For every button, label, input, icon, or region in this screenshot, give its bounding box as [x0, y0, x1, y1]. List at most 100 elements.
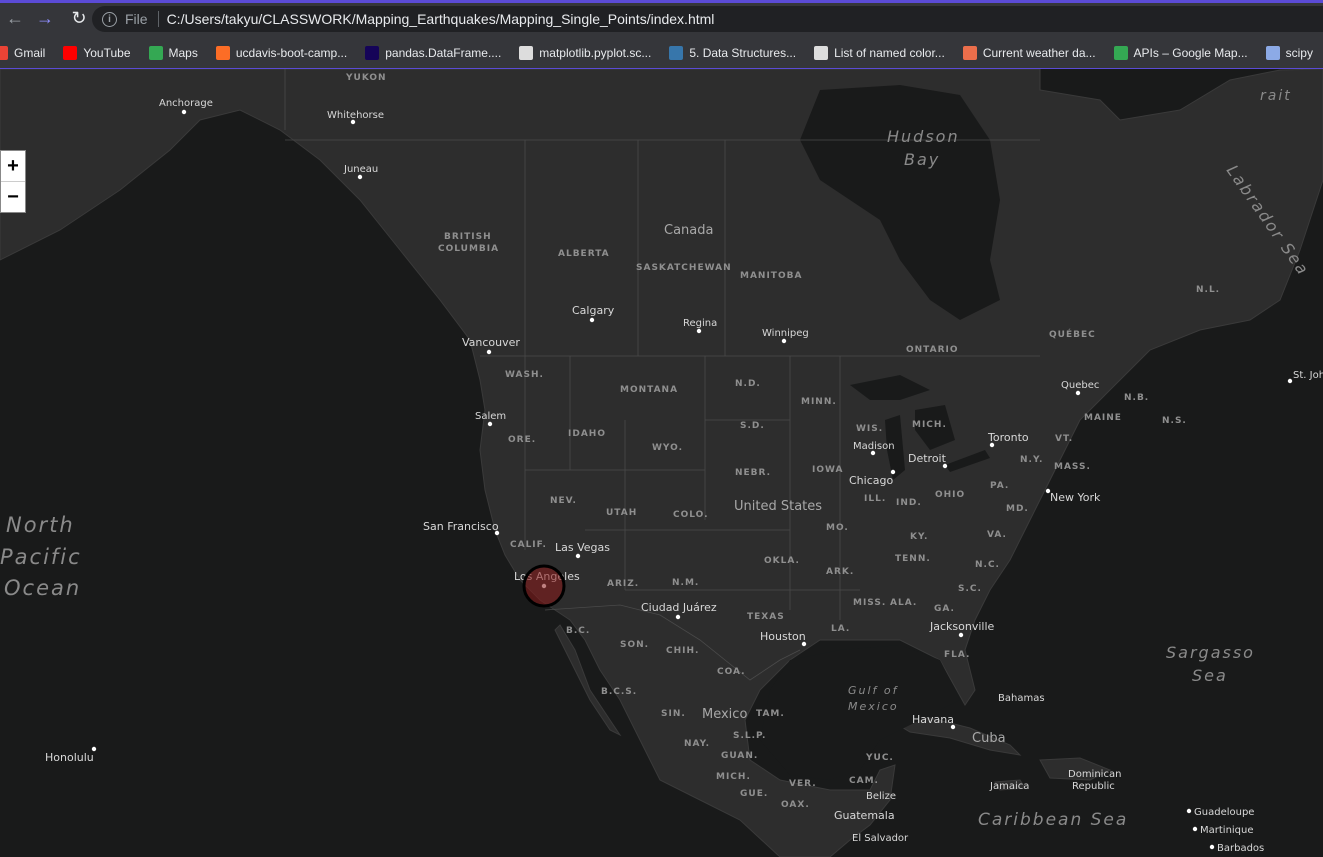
map-label-montana: MONTANA [620, 385, 678, 395]
map-label-chih: CHIH. [666, 646, 699, 656]
map-label-idaho: IDAHO [568, 429, 606, 439]
map-label-barbados: Barbados [1217, 843, 1264, 854]
map-label-cuba: Cuba [972, 731, 1006, 746]
bookmark-item[interactable]: Current weather da... [962, 45, 1096, 60]
map-label-vt: VT. [1055, 434, 1073, 444]
bookmark-item[interactable]: ucdavis-boot-camp... [215, 45, 347, 60]
map-label-madison: Madison [853, 441, 895, 452]
city-dot [950, 724, 956, 730]
map-label-yukon: YUKON [345, 73, 387, 83]
info-icon[interactable]: i [102, 11, 117, 27]
map-label-nev: NEV. [550, 496, 577, 506]
map-label-mass: MASS. [1054, 462, 1091, 472]
map-label-salem: Salem [475, 411, 506, 422]
map-label-ver: VER. [789, 779, 817, 789]
bookmark-item[interactable]: 5. Data Structures... [669, 45, 796, 60]
bookmark-item[interactable]: APIs – Google Map... [1113, 45, 1248, 60]
zoom-out-button[interactable]: − [1, 182, 25, 212]
bookmark-item[interactable]: YouTube [63, 45, 131, 60]
map-label-guan: GUAN. [721, 751, 758, 761]
map-label-md: MD. [1006, 504, 1029, 514]
map-label-havana: Havana [912, 713, 954, 726]
map-label-ocean: Ocean [4, 576, 81, 600]
city-dot [870, 450, 876, 456]
map-label-martinique: Martinique [1200, 825, 1254, 836]
bookmark-item[interactable]: Gmail [0, 45, 46, 60]
map-label-houston: Houston [760, 630, 806, 643]
map-label-pa: PA. [990, 481, 1009, 491]
map-label-jacksonville: Jacksonville [929, 620, 995, 633]
map-label-gulf1: Gulf of [848, 684, 899, 697]
city-dot [958, 632, 964, 638]
matplotlib-icon [519, 45, 534, 60]
forward-arrow-icon[interactable]: → [30, 4, 60, 34]
map-label-dr1: Dominican [1068, 769, 1121, 780]
map-label-quebec_prov: QUÉBEC [1049, 328, 1096, 340]
city-dot [942, 463, 948, 469]
map-label-bc: B.C. [566, 626, 590, 636]
map-label-quebec: Quebec [1061, 380, 1099, 391]
map-label-winnipeg: Winnipeg [762, 328, 809, 339]
address-bar[interactable]: i File C:/Users/takyu/CLASSWORK/Mapping_… [92, 6, 1323, 32]
map-label-guatemala: Guatemala [834, 809, 895, 822]
reload-icon[interactable]: ↻ [64, 4, 94, 34]
bookmark-item[interactable]: matplotlib.pyplot.sc... [519, 45, 651, 60]
zoom-control: + − [0, 150, 26, 213]
map-label-fla: FLA. [944, 650, 970, 660]
map-label-miss: MISS. [853, 598, 886, 608]
city-dot [1192, 826, 1198, 832]
youtube-icon [63, 45, 78, 60]
url-text[interactable]: C:/Users/takyu/CLASSWORK/Mapping_Earthqu… [167, 11, 715, 27]
map-label-texas: TEXAS [747, 612, 785, 622]
map-label-mexico: Mexico [702, 707, 747, 722]
map-label-guadeloupe: Guadeloupe [1194, 807, 1254, 818]
map-label-sd: S.D. [740, 421, 765, 431]
los-angeles-circle-marker[interactable] [522, 564, 566, 608]
map-label-chicago: Chicago [849, 474, 893, 487]
zoom-in-button[interactable]: + [1, 151, 25, 182]
map-label-yuc: YUC. [865, 753, 894, 763]
map-label-alberta: ALBERTA [558, 249, 610, 259]
city-dot [1045, 488, 1051, 494]
map-label-sask: SASKATCHEWAN [636, 263, 732, 273]
city-dot [1209, 844, 1215, 850]
bookmark-label: Current weather da... [982, 45, 1096, 60]
bookmark-item[interactable]: Maps [148, 45, 198, 60]
bookmark-label: Gmail [14, 45, 46, 60]
map-label-colo: COLO. [673, 510, 709, 520]
bookmark-item[interactable]: pandas.DataFrame.... [365, 45, 501, 60]
back-arrow-icon[interactable]: ← [0, 4, 30, 34]
map-label-bc2: COLUMBIA [438, 244, 499, 254]
map-label-ariz: ARIZ. [607, 579, 639, 589]
map-label-north: North [6, 513, 75, 537]
map-label-pacific: Pacific [0, 545, 82, 569]
bookmarks-bar: Gmail YouTube Maps ucdavis-boot-camp... pand… [0, 37, 1323, 69]
map-label-whitehorse: Whitehorse [327, 110, 384, 121]
map-label-oax: OAX. [781, 800, 810, 810]
map-label-gue: GUE. [740, 789, 768, 799]
bookmark-label: YouTube [83, 45, 131, 60]
map-label-sargasso2: Sea [1192, 666, 1228, 685]
bookmark-label: List of named color... [834, 45, 945, 60]
map-label-us: United States [734, 499, 822, 514]
map-container[interactable]: YUKON Anchorage Whitehorse Juneau Hudson Bay r… [0, 69, 1323, 857]
map-label-manitoba: MANITOBA [740, 271, 802, 281]
bookmark-label: scipy [1285, 45, 1313, 60]
map-label-nl: N.L. [1196, 285, 1220, 295]
map-label-caribbean: Caribbean Sea [978, 810, 1128, 830]
map-label-mo: MO. [826, 523, 849, 533]
map-label-ohio: OHIO [935, 490, 965, 500]
map-label-ala: ALA. [890, 598, 917, 608]
city-dot [1287, 378, 1293, 384]
map-label-elsalvador: El Salvador [852, 833, 909, 844]
map-label-regina: Regina [683, 318, 717, 329]
map-label-mich: MICH. [912, 420, 947, 430]
bookmark-item[interactable]: scipy [1265, 45, 1313, 60]
map-label-ontario: ONTARIO [906, 345, 959, 355]
gmail-icon [0, 45, 8, 60]
land-north-america [0, 69, 1323, 857]
bookmark-item[interactable]: List of named color... [814, 45, 945, 60]
map-label-nc: N.C. [975, 560, 1000, 570]
map-label-canada: Canada [664, 223, 713, 238]
map-label-ciudad: Ciudad Juárez [641, 601, 717, 614]
